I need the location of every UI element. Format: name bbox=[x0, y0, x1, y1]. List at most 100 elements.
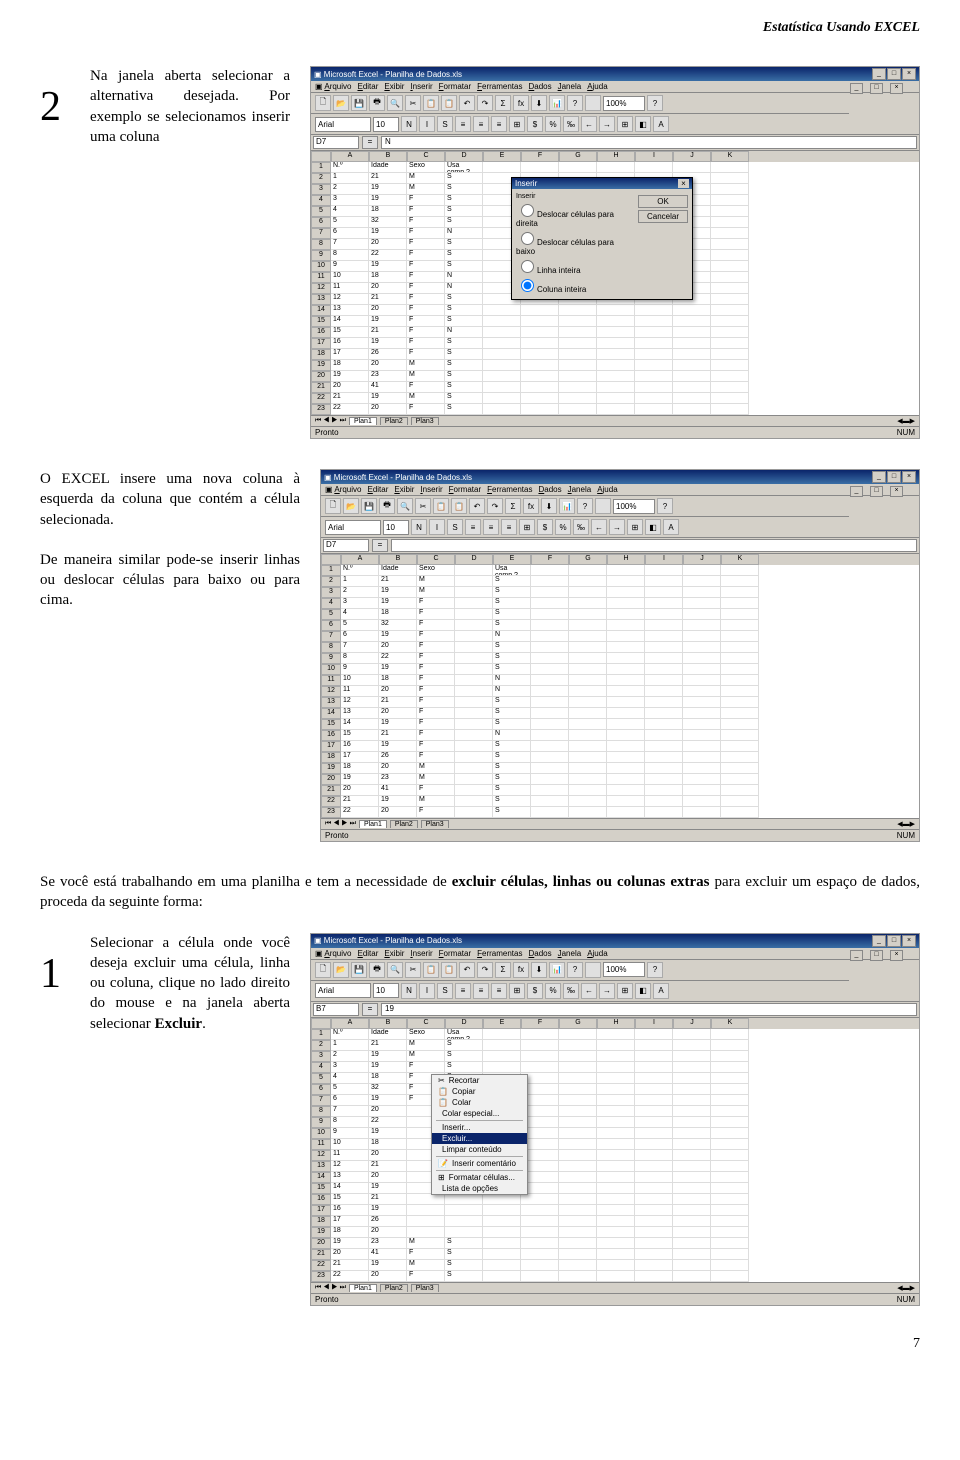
cells-area[interactable]: ABCDEFGHIJKN.ºIdadeSexoUsa comp.?121MS21… bbox=[341, 554, 919, 818]
toolbar-button[interactable]: 📊 bbox=[549, 95, 565, 111]
cell[interactable] bbox=[597, 1260, 635, 1271]
cell[interactable] bbox=[483, 382, 521, 393]
row-header[interactable]: 7 bbox=[311, 228, 331, 239]
formula-input[interactable]: N bbox=[381, 136, 917, 149]
format-button[interactable]: ‰ bbox=[563, 116, 579, 132]
cell[interactable]: Usa comp.? bbox=[445, 1029, 483, 1040]
cell[interactable]: 19 bbox=[369, 261, 407, 272]
cell[interactable]: S bbox=[445, 349, 483, 360]
cell[interactable] bbox=[645, 686, 683, 697]
cell[interactable]: M bbox=[407, 1260, 445, 1271]
ctx-item[interactable]: Inserir... bbox=[432, 1122, 527, 1133]
cell[interactable] bbox=[531, 796, 569, 807]
cell[interactable] bbox=[521, 316, 559, 327]
cell[interactable] bbox=[455, 785, 493, 796]
menu-item[interactable]: Janela bbox=[558, 82, 582, 91]
cell[interactable]: 21 bbox=[341, 796, 379, 807]
toolbar-button[interactable]: 🖶 bbox=[369, 95, 385, 111]
cell[interactable]: 16 bbox=[331, 338, 369, 349]
table-row[interactable]: 319FS bbox=[341, 598, 919, 609]
table-row[interactable]: 2119MS bbox=[341, 796, 919, 807]
cell[interactable] bbox=[483, 1249, 521, 1260]
cell[interactable]: M bbox=[407, 393, 445, 404]
cell[interactable]: 16 bbox=[331, 1205, 369, 1216]
cell[interactable]: S bbox=[445, 239, 483, 250]
row-header[interactable]: 8 bbox=[321, 642, 341, 653]
toolbar-button[interactable]: 💾 bbox=[361, 498, 377, 514]
toolbar-button[interactable]: fx bbox=[523, 498, 539, 514]
toolbar-button[interactable]: 🔍 bbox=[387, 962, 403, 978]
cell[interactable] bbox=[597, 162, 635, 173]
cell[interactable] bbox=[711, 250, 749, 261]
cell[interactable]: 10 bbox=[341, 675, 379, 686]
toolbar-button[interactable]: 📋 bbox=[423, 95, 439, 111]
format-button[interactable]: ◧ bbox=[635, 116, 651, 132]
cell[interactable] bbox=[569, 796, 607, 807]
cell[interactable] bbox=[635, 1095, 673, 1106]
cell[interactable] bbox=[559, 1172, 597, 1183]
toolbar-button[interactable]: Σ bbox=[505, 498, 521, 514]
cell[interactable] bbox=[455, 576, 493, 587]
column-header[interactable]: A bbox=[331, 1018, 369, 1029]
row-header[interactable]: 9 bbox=[311, 1117, 331, 1128]
cell[interactable] bbox=[635, 1139, 673, 1150]
sheet-tabs[interactable]: ⏮ ◀ ▶ ⏭Plan1Plan2Plan3◀▬▶ bbox=[321, 818, 919, 829]
row-header[interactable]: 8 bbox=[311, 239, 331, 250]
cell[interactable]: 4 bbox=[341, 609, 379, 620]
cell[interactable] bbox=[721, 785, 759, 796]
sheet-tab[interactable]: Plan3 bbox=[421, 820, 449, 828]
name-box[interactable]: D7 bbox=[313, 136, 359, 149]
cell[interactable] bbox=[483, 371, 521, 382]
format-button[interactable]: → bbox=[599, 116, 615, 132]
standard-toolbar[interactable]: 🗋📂💾🖶🔍✂📋📋↶↷Σfx⬇📊?? bbox=[321, 496, 849, 517]
cell[interactable] bbox=[645, 587, 683, 598]
format-button[interactable]: ≡ bbox=[473, 983, 489, 999]
table-row[interactable]: 219MS bbox=[341, 587, 919, 598]
cell[interactable]: 19 bbox=[369, 1205, 407, 1216]
cell[interactable]: 5 bbox=[331, 1084, 369, 1095]
cell[interactable]: S bbox=[493, 697, 531, 708]
toolbar-button[interactable]: 📋 bbox=[423, 962, 439, 978]
cell[interactable] bbox=[673, 327, 711, 338]
fx-button[interactable]: = bbox=[362, 1003, 378, 1016]
cell[interactable] bbox=[683, 741, 721, 752]
cell[interactable] bbox=[521, 327, 559, 338]
cell[interactable] bbox=[683, 609, 721, 620]
cell[interactable] bbox=[673, 316, 711, 327]
cell[interactable] bbox=[721, 576, 759, 587]
doc-window-controls[interactable]: _□× bbox=[849, 949, 909, 961]
cell[interactable] bbox=[559, 338, 597, 349]
cell[interactable] bbox=[455, 697, 493, 708]
row-header[interactable]: 20 bbox=[311, 371, 331, 382]
cell[interactable]: F bbox=[417, 653, 455, 664]
cell[interactable]: 18 bbox=[341, 763, 379, 774]
column-header[interactable]: C bbox=[407, 1018, 445, 1029]
toolbar-button[interactable] bbox=[595, 498, 611, 514]
cell[interactable]: S bbox=[493, 576, 531, 587]
format-button[interactable]: ← bbox=[591, 519, 607, 535]
cell[interactable] bbox=[569, 774, 607, 785]
cell[interactable] bbox=[521, 1205, 559, 1216]
cell[interactable]: S bbox=[493, 642, 531, 653]
formatting-toolbar[interactable]: NIS≡≡≡⊞$%‰←→⊞◧A bbox=[321, 517, 919, 538]
cell[interactable]: 20 bbox=[369, 1106, 407, 1117]
cell[interactable]: 19 bbox=[331, 1238, 369, 1249]
cell[interactable] bbox=[635, 349, 673, 360]
menu-item[interactable]: Arquivo bbox=[334, 485, 361, 494]
cell[interactable]: N.º bbox=[331, 162, 369, 173]
table-row[interactable]: N.ºIdadeSexoUsa comp.? bbox=[331, 1029, 919, 1040]
cell[interactable]: S bbox=[493, 785, 531, 796]
row-header[interactable]: 4 bbox=[311, 195, 331, 206]
table-row[interactable]: N.ºIdadeSexoUsa comp.? bbox=[331, 162, 919, 173]
cell[interactable]: S bbox=[493, 741, 531, 752]
cell[interactable]: 32 bbox=[369, 217, 407, 228]
row-header[interactable]: 13 bbox=[311, 294, 331, 305]
zoom-input[interactable] bbox=[603, 962, 645, 977]
cell[interactable] bbox=[711, 371, 749, 382]
column-header[interactable]: K bbox=[711, 151, 749, 162]
cell[interactable]: 41 bbox=[369, 1249, 407, 1260]
cell[interactable]: 22 bbox=[331, 404, 369, 415]
cell[interactable]: M bbox=[407, 184, 445, 195]
sheet-tab[interactable]: Plan1 bbox=[349, 1284, 377, 1292]
row-header[interactable]: 5 bbox=[311, 206, 331, 217]
